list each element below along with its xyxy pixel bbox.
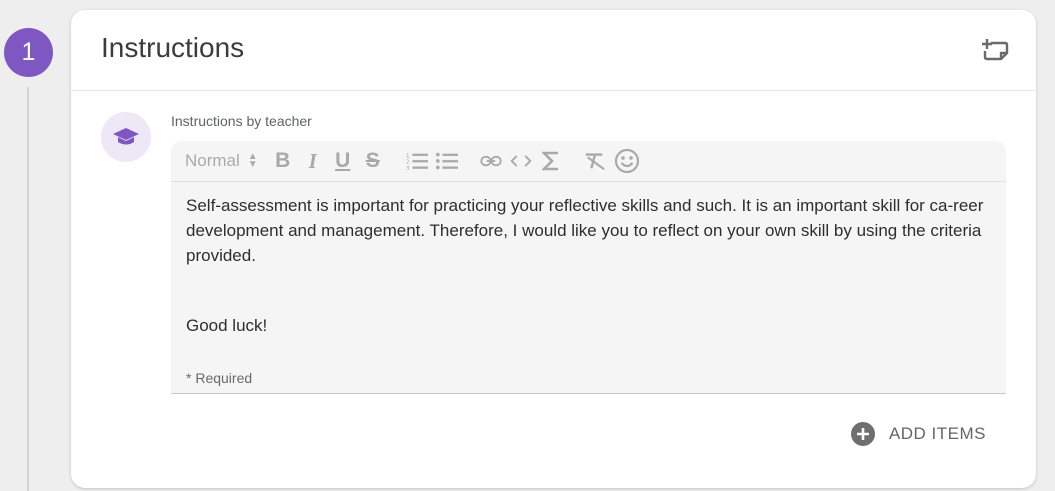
add-items-label: ADD ITEMS bbox=[888, 424, 986, 443]
add-circle-icon bbox=[850, 422, 875, 446]
link-icon[interactable] bbox=[480, 149, 502, 173]
step-connector-line bbox=[27, 87, 29, 491]
step-number-badge: 1 bbox=[4, 28, 53, 77]
formula-icon[interactable] bbox=[540, 149, 562, 173]
instruction-paragraph: Good luck! bbox=[186, 316, 268, 335]
format-select-value: Normal bbox=[185, 151, 240, 170]
format-select[interactable]: Normal ▲ ▼ bbox=[185, 151, 258, 171]
graduation-cap-icon bbox=[113, 128, 139, 145]
ordered-list-icon[interactable]: 123 bbox=[406, 149, 428, 173]
underline-icon[interactable]: U bbox=[332, 149, 354, 173]
step-number: 1 bbox=[21, 38, 36, 66]
clear-format-icon[interactable] bbox=[584, 149, 606, 173]
editor-content[interactable]: Self-assessment is important for practic… bbox=[171, 182, 1006, 349]
bold-icon[interactable]: B bbox=[272, 149, 294, 173]
italic-icon[interactable]: I bbox=[302, 149, 324, 173]
rich-text-editor[interactable]: Normal ▲ ▼ B I U S 123 Self-assessment i… bbox=[171, 141, 1006, 394]
instructions-card: Instructions Instructions by teacher Nor… bbox=[71, 10, 1036, 488]
instruction-paragraph: Self-assessment is important for practic… bbox=[186, 196, 984, 265]
strikethrough-icon[interactable]: S bbox=[362, 149, 384, 173]
svg-text:1: 1 bbox=[406, 153, 410, 159]
add-items-button[interactable]: ADD ITEMS bbox=[850, 422, 986, 446]
emoji-icon[interactable] bbox=[614, 148, 640, 174]
code-icon[interactable] bbox=[510, 149, 532, 173]
svg-text:3: 3 bbox=[406, 166, 410, 171]
svg-text:2: 2 bbox=[406, 160, 410, 166]
instructions-caption: Instructions by teacher bbox=[171, 113, 312, 129]
card-title: Instructions bbox=[101, 32, 245, 63]
editor-toolbar: Normal ▲ ▼ B I U S 123 bbox=[171, 141, 1006, 182]
card-header: Instructions bbox=[71, 10, 1036, 91]
required-note: * Required bbox=[186, 370, 253, 386]
bullet-list-icon[interactable] bbox=[435, 149, 458, 173]
select-arrows-icon: ▲ ▼ bbox=[247, 151, 258, 170]
teacher-avatar bbox=[101, 112, 151, 162]
note-add-icon[interactable] bbox=[982, 37, 1010, 63]
